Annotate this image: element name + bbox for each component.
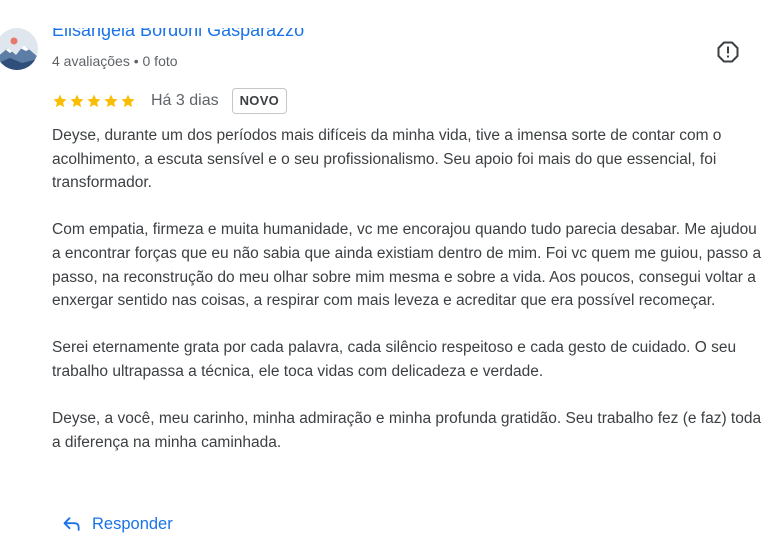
reply-icon — [63, 517, 80, 531]
reviewer-avatar[interactable] — [0, 28, 38, 70]
review-date: Há 3 dias — [151, 92, 219, 109]
reviewer-name-text[interactable]: Elisangela Bordoni Gasparazzo — [52, 28, 304, 40]
reviewer-name[interactable]: Elisangela Bordoni Gasparazzo — [52, 28, 312, 44]
review-paragraph: Deyse, durante um dos períodos mais difí… — [52, 127, 722, 192]
report-icon[interactable] — [716, 40, 740, 64]
new-badge: NOVO — [231, 88, 288, 114]
star-icon — [87, 94, 101, 108]
review-paragraph: Serei eternamente grata por cada palavra… — [52, 339, 737, 380]
review-card: Elisangela Bordoni Gasparazzo 4 avaliaçõ… — [0, 0, 768, 540]
star-icon — [121, 94, 135, 108]
rating-row: Há 3 dias NOVO — [52, 88, 288, 114]
reviewer-meta: 4 avaliações • 0 foto — [52, 53, 178, 69]
review-paragraph: Com empatia, firmeza e muita humanidade,… — [52, 221, 762, 310]
reply-label[interactable]: Responder — [92, 515, 173, 534]
star-icon — [104, 94, 118, 108]
review-paragraph: Deyse, a você, meu carinho, minha admira… — [52, 410, 762, 451]
star-icon — [53, 94, 67, 108]
star-icon — [70, 94, 84, 108]
reply-button[interactable]: Responder — [62, 514, 173, 534]
review-text: Deyse, durante um dos períodos mais difí… — [52, 124, 764, 478]
star-rating — [52, 93, 136, 109]
mountain-avatar-icon — [0, 28, 38, 70]
